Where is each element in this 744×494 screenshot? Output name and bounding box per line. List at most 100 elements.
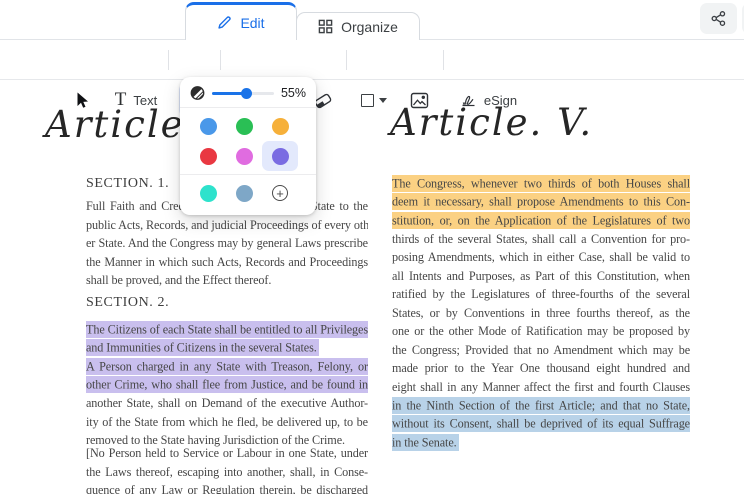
highlighted-text: The Congress, whenever two thirds of bot… — [392, 175, 690, 192]
square-shape-icon — [361, 94, 374, 107]
header-bar: Edit Organize — [0, 0, 744, 40]
tab-edit-label: Edit — [240, 15, 264, 31]
text-line: other Crime, who shall flee from Justice… — [86, 376, 368, 395]
chevron-down-icon — [379, 98, 387, 103]
slider-knob[interactable] — [241, 88, 252, 99]
text-tool-button[interactable]: T Text — [110, 88, 162, 112]
text-line: A Person charged in any State with Treas… — [86, 357, 368, 376]
text-line: the Manner in which such Acts, Records a… — [86, 253, 368, 272]
swatch-orange[interactable] — [262, 111, 298, 141]
highlighted-text: A Person charged in any State with Treas… — [86, 358, 368, 375]
text-line: without its Consent, shall be deprived o… — [392, 415, 690, 434]
text-line: [No Person held to Service or Labour in … — [86, 444, 368, 463]
text-span: one or the other Mode of Ratification ma… — [392, 324, 690, 338]
image-tool-button[interactable] — [408, 90, 430, 110]
text-tool-label: Text — [133, 93, 157, 108]
swatch-red[interactable] — [190, 141, 226, 171]
swatch-dot — [236, 148, 253, 165]
text-line: thirds of the several States, shall call… — [392, 230, 690, 249]
highlighted-text: in the Senate. — [392, 434, 459, 451]
highlight-color-popup: 55% + — [180, 77, 316, 215]
text-line: The Citizens of each State shall be enti… — [86, 320, 368, 339]
paragraph-3-body: [No Person held to Service or Labour in … — [86, 444, 368, 494]
text-line: States, or by Conventions in three fourt… — [392, 304, 690, 323]
text-span: another State, shall on Demand of the ex… — [86, 396, 368, 410]
swatch-dot — [200, 118, 217, 135]
share-button[interactable] — [700, 3, 737, 34]
text-line: and Immunities of Citizens in the severa… — [86, 339, 368, 358]
highlighted-text: stitution, or, on the Application of the… — [392, 212, 690, 229]
text-line: shall be proved, and the Effect thereof. — [86, 271, 368, 290]
text-line: one or the other Mode of Ratification ma… — [392, 322, 690, 341]
toolbar-separator — [220, 50, 221, 70]
text-span: all Intents and Purposes, as Part of thi… — [392, 269, 690, 283]
text-line: made prior to the Year One thousand eigh… — [392, 359, 690, 378]
plus-icon: + — [272, 185, 288, 201]
article-v-body: The Congress, whenever two thirds of bot… — [392, 174, 690, 452]
swatch-magenta[interactable] — [226, 141, 262, 171]
highlighted-text: The Citizens of each State shall be enti… — [86, 321, 368, 338]
text-line: in the Ninth Section of the first Articl… — [392, 396, 690, 415]
swatch-teal[interactable] — [190, 178, 226, 208]
add-color-button[interactable]: + — [262, 178, 298, 208]
text-span: quence of any Law or Regulation therein,… — [86, 483, 368, 494]
toolbar-separator — [443, 50, 444, 70]
text-span: public Acts, Records, and judicial Proce… — [86, 218, 368, 232]
esign-tool-button[interactable]: eSign — [458, 88, 520, 112]
opacity-icon — [190, 85, 205, 101]
image-icon — [410, 92, 429, 109]
cursor-arrow-icon — [73, 91, 90, 110]
pdf-editor-app: Article. IV. SECTION. 1. Full Faith and … — [0, 0, 744, 494]
swatch-dot — [236, 118, 253, 135]
text-line: deem it necessary, shall propose Amendme… — [392, 193, 690, 212]
edit-pencil-icon — [217, 15, 232, 30]
tab-organize[interactable]: Organize — [296, 12, 420, 40]
swatch-dot — [272, 118, 289, 135]
text-line: all Intents and Purposes, as Part of thi… — [392, 267, 690, 286]
highlighted-text: deem it necessary, shall propose Amendme… — [392, 193, 690, 210]
toolbar-separator — [346, 50, 347, 70]
text-line: the Congress; Provided that no Amendment… — [392, 341, 690, 360]
text-span: made prior to the Year One thousand eigh… — [392, 361, 690, 375]
text-line: stitution, or, on the Application of the… — [392, 211, 690, 230]
text-line: er State. And the Congress may by genera… — [86, 234, 368, 253]
swatch-dot — [236, 185, 253, 202]
text-line: the Laws thereof, escaping into another,… — [86, 463, 368, 482]
section-2-heading: SECTION. 2. — [86, 295, 169, 311]
opacity-slider[interactable] — [212, 87, 274, 99]
tab-edit[interactable]: Edit — [185, 2, 297, 40]
highlighted-text: in the Ninth Section of the first Articl… — [392, 397, 690, 414]
toolbar: T Text abc — [0, 40, 744, 80]
text-span: the Laws thereof, escaping into another,… — [86, 465, 368, 479]
highlighted-text: other Crime, who shall flee from Justice… — [86, 376, 368, 393]
tab-organize-label: Organize — [341, 19, 398, 35]
text-line: in the Senate. — [392, 433, 690, 452]
text-line: ratified by the Legislatures of three-fo… — [392, 285, 690, 304]
text-span: shall be proved, and the Effect thereof. — [86, 273, 271, 287]
text-span: the Congress; Provided that no Amendment… — [392, 343, 690, 357]
eraser-icon — [313, 91, 333, 110]
text-line: another State, shall on Demand of the ex… — [86, 394, 368, 413]
text-line: quence of any Law or Regulation therein,… — [86, 481, 368, 494]
text-span: ratified by the Legislatures of three-fo… — [392, 287, 690, 301]
swatch-green[interactable] — [226, 111, 262, 141]
organize-grid-icon — [318, 19, 333, 34]
share-icon — [710, 10, 727, 27]
text-line: The Congress, whenever two thirds of bot… — [392, 174, 690, 193]
text-line: eight shall in any Manner affect the fir… — [392, 378, 690, 397]
document-page: Article. IV. SECTION. 1. Full Faith and … — [0, 80, 744, 494]
select-tool-button[interactable] — [70, 90, 92, 110]
text-span: ity of the State from which he fled, be … — [86, 415, 368, 429]
section-1-heading: SECTION. 1. — [86, 176, 169, 192]
swatch-steel-blue[interactable] — [226, 178, 262, 208]
shape-tool-button[interactable] — [358, 90, 390, 110]
swatch-dot — [200, 148, 217, 165]
text-span: [No Person held to Service or Labour in … — [86, 446, 368, 460]
swatch-blue[interactable] — [190, 111, 226, 141]
text-span: posing Amendments, which in either Case,… — [392, 250, 690, 264]
swatch-purple[interactable] — [262, 141, 298, 171]
text-line: posing Amendments, which in either Case,… — [392, 248, 690, 267]
text-span: eight shall in any Manner affect the fir… — [392, 380, 690, 394]
swatch-dot — [272, 148, 289, 165]
opacity-value: 55% — [281, 86, 306, 100]
